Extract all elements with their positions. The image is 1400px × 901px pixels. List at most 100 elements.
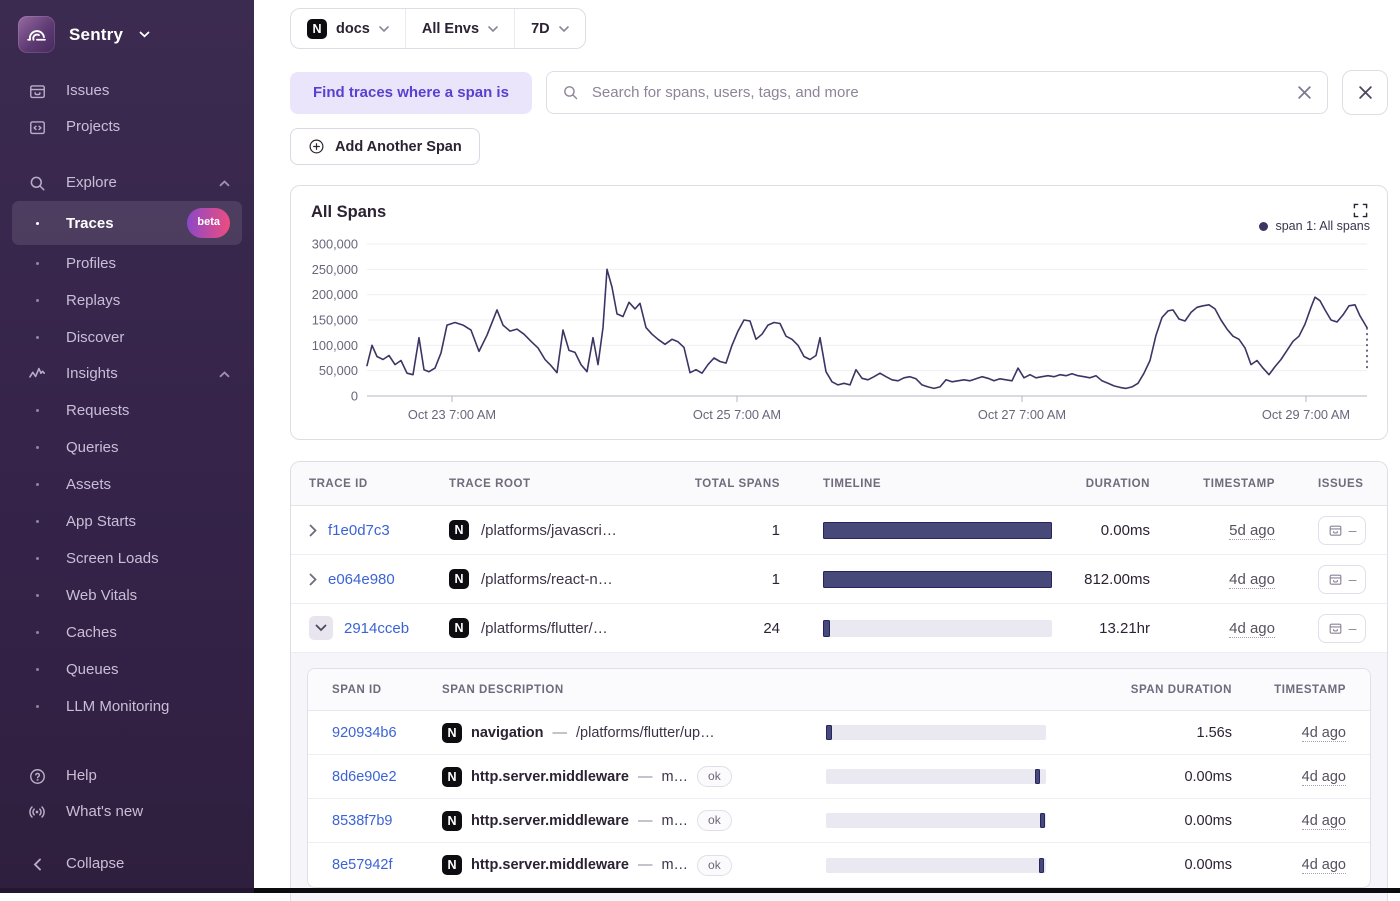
- timestamp-link[interactable]: 4d ago: [1229, 571, 1275, 589]
- sidebar-item-assets[interactable]: Assets: [12, 466, 242, 503]
- org-switcher[interactable]: Sentry: [12, 14, 242, 73]
- expand-chart-button[interactable]: [1351, 201, 1370, 220]
- search-icon: [562, 84, 579, 101]
- sidebar-item-traces[interactable]: Traces beta: [12, 201, 242, 245]
- project-selector[interactable]: N docs: [291, 9, 405, 48]
- chart-legend[interactable]: span 1: All spans: [1259, 219, 1370, 233]
- expand-trace-button[interactable]: [309, 573, 317, 586]
- span-timeline-bar: [826, 725, 1046, 740]
- expand-trace-button[interactable]: [309, 524, 317, 537]
- sidebar-item-issues[interactable]: Issues: [12, 73, 242, 109]
- sidebar-item-app-starts[interactable]: App Starts: [12, 503, 242, 540]
- total-spans-value: 1: [691, 522, 786, 539]
- svg-text:Oct 23 7:00 AM: Oct 23 7:00 AM: [408, 407, 496, 422]
- sidebar: Sentry Issues Projects Explore: [0, 0, 254, 893]
- sidebar-item-discover[interactable]: Discover: [12, 319, 242, 356]
- sidebar-item-queries[interactable]: Queries: [12, 429, 242, 466]
- span-id-link[interactable]: 920934b6: [332, 725, 397, 741]
- project-avatar: N: [442, 855, 462, 875]
- separator-dash: —: [553, 725, 568, 741]
- timestamp-link[interactable]: 4d ago: [1302, 857, 1346, 874]
- sidebar-item-label: Queries: [66, 436, 119, 459]
- collapse-trace-button[interactable]: [309, 616, 333, 640]
- span-row: 8d6e90e2 N http.server.middleware — m… o…: [308, 755, 1370, 799]
- sidebar-item-label: Web Vitals: [66, 584, 137, 607]
- remove-span-filter-button[interactable]: [1342, 70, 1388, 115]
- issues-button[interactable]: –: [1318, 516, 1366, 545]
- all-spans-chart-panel: All Spans span 1: All spans 050,000100,0…: [290, 185, 1388, 440]
- bullet-icon: [24, 446, 50, 449]
- column-header-trace-root: TRACE ROOT: [441, 478, 691, 490]
- span-search-input[interactable]: [590, 83, 1286, 102]
- duration-value: 812.00ms: [1056, 571, 1156, 588]
- clear-search-icon[interactable]: [1297, 85, 1312, 100]
- svg-text:250,000: 250,000: [312, 262, 358, 277]
- sidebar-item-web-vitals[interactable]: Web Vitals: [12, 577, 242, 614]
- sidebar-item-label: Profiles: [66, 252, 116, 275]
- sidebar-item-queues[interactable]: Queues: [12, 651, 242, 688]
- trace-id-link[interactable]: f1e0d7c3: [328, 522, 390, 539]
- svg-text:300,000: 300,000: [312, 237, 358, 252]
- sidebar-item-replays[interactable]: Replays: [12, 282, 242, 319]
- timestamp-link[interactable]: 4d ago: [1302, 769, 1346, 786]
- main-content: N docs All Envs 7D Find traces where a s…: [254, 0, 1400, 893]
- sidebar-item-label: Screen Loads: [66, 547, 159, 570]
- environment-selector[interactable]: All Envs: [405, 9, 514, 48]
- issues-button[interactable]: –: [1318, 565, 1366, 594]
- sidebar-item-label: Help: [66, 765, 97, 787]
- separator-dash: —: [638, 769, 653, 785]
- bullet-icon: [24, 336, 50, 339]
- bullet-icon: [24, 222, 50, 225]
- chevron-left-icon: [24, 858, 50, 871]
- sidebar-item-requests[interactable]: Requests: [12, 392, 242, 429]
- sidebar-item-help[interactable]: Help: [12, 758, 242, 794]
- duration-value: 13.21hr: [1056, 620, 1156, 637]
- all-spans-line-chart[interactable]: 050,000100,000150,000200,000250,000300,0…: [301, 236, 1377, 436]
- sidebar-item-label: LLM Monitoring: [66, 695, 169, 718]
- sidebar-item-caches[interactable]: Caches: [12, 614, 242, 651]
- span-id-link[interactable]: 8538f7b9: [332, 813, 392, 829]
- org-name: Sentry: [69, 25, 123, 45]
- sidebar-collapse-button[interactable]: Collapse: [12, 846, 242, 885]
- environment-label: All Envs: [422, 21, 479, 37]
- timestamp-link[interactable]: 4d ago: [1229, 620, 1275, 638]
- column-header-timeline: TIMELINE: [786, 478, 1056, 490]
- sidebar-section-label: Insights: [66, 363, 118, 385]
- bullet-icon: [24, 262, 50, 265]
- sidebar-item-projects[interactable]: Projects: [12, 109, 242, 145]
- column-header-trace-id: TRACE ID: [291, 478, 441, 490]
- trace-id-link[interactable]: e064e980: [328, 571, 395, 588]
- sidebar-item-screen-loads[interactable]: Screen Loads: [12, 540, 242, 577]
- span-filter-type-button[interactable]: Find traces where a span is: [290, 72, 532, 114]
- span-search-box[interactable]: [546, 71, 1328, 114]
- span-duration-value: 0.00ms: [1052, 769, 1232, 785]
- timestamp-link[interactable]: 4d ago: [1302, 813, 1346, 830]
- svg-text:Oct 25 7:00 AM: Oct 25 7:00 AM: [693, 407, 781, 422]
- span-op-label: navigation: [471, 725, 544, 741]
- separator-dash: —: [638, 813, 653, 829]
- sidebar-item-profiles[interactable]: Profiles: [12, 245, 242, 282]
- traces-table-header: TRACE ID TRACE ROOT TOTAL SPANS TIMELINE…: [291, 462, 1387, 506]
- sidebar-item-llm-monitoring[interactable]: LLM Monitoring: [12, 688, 242, 725]
- span-id-link[interactable]: 8e57942f: [332, 857, 392, 873]
- svg-text:Oct 29 7:00 AM: Oct 29 7:00 AM: [1262, 407, 1350, 422]
- sidebar-section-insights[interactable]: Insights: [12, 356, 242, 392]
- span-id-link[interactable]: 8d6e90e2: [332, 769, 397, 785]
- sidebar-item-whats-new[interactable]: What's new: [12, 794, 242, 830]
- trace-id-link[interactable]: 2914cceb: [344, 620, 409, 637]
- timestamp-link[interactable]: 4d ago: [1302, 725, 1346, 742]
- span-timeline-bar: [826, 858, 1046, 873]
- timestamp-link[interactable]: 5d ago: [1229, 522, 1275, 540]
- span-table: SPAN ID SPAN DESCRIPTION SPAN DURATION T…: [307, 668, 1371, 888]
- column-header-duration: DURATION: [1056, 478, 1156, 490]
- bullet-icon: [24, 705, 50, 708]
- sidebar-item-label: Requests: [66, 399, 129, 422]
- chevron-down-icon: [379, 26, 389, 32]
- sidebar-section-explore[interactable]: Explore: [12, 165, 242, 201]
- sidebar-item-label: Queues: [66, 658, 119, 681]
- add-another-span-button[interactable]: Add Another Span: [290, 128, 480, 165]
- issues-button[interactable]: –: [1318, 614, 1366, 643]
- date-range-selector[interactable]: 7D: [514, 9, 585, 48]
- trace-root-label: /platforms/javascri…: [481, 522, 617, 539]
- bullet-icon: [24, 409, 50, 412]
